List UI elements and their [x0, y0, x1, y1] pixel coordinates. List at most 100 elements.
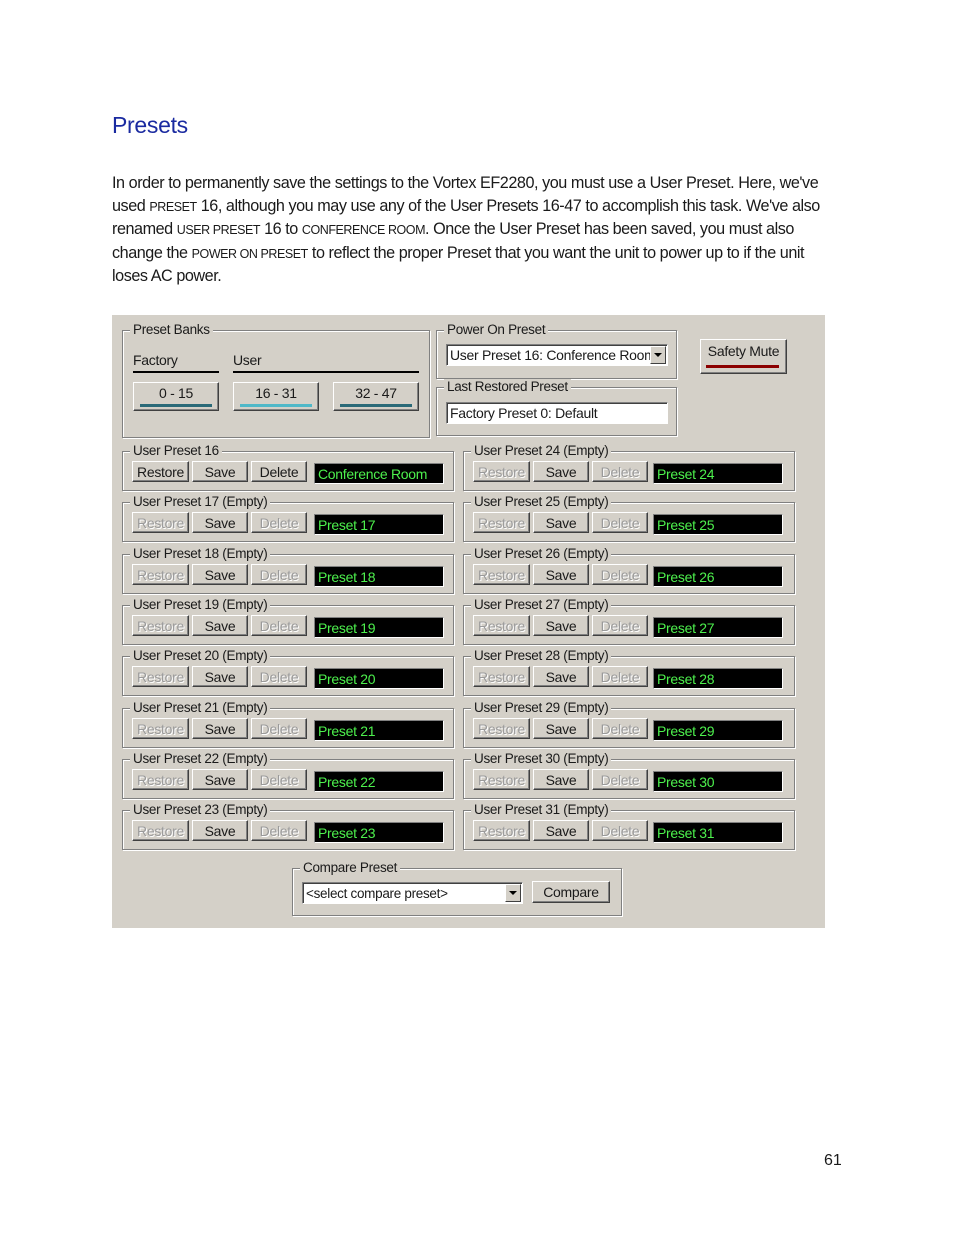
preset-name-value: Preset 18 — [318, 568, 376, 585]
preset-name-value: Preset 26 — [657, 568, 715, 585]
preset-name-field[interactable]: Preset 31 — [653, 822, 783, 844]
delete-label: Delete — [259, 669, 299, 686]
bank-button-0-15[interactable]: 0 - 15 — [133, 382, 219, 411]
preset-name-field[interactable]: Preset 20 — [314, 668, 444, 690]
restore-label: Restore — [137, 515, 184, 532]
save-button[interactable]: Save — [533, 461, 589, 482]
safety-mute-button[interactable]: Safety Mute — [700, 339, 787, 374]
delete-button[interactable]: Delete — [592, 614, 648, 636]
bank-button-32-47[interactable]: 32 - 47 — [333, 382, 419, 411]
bank-button-16-31[interactable]: 16 - 31 — [233, 382, 319, 411]
delete-button[interactable]: Delete — [592, 512, 648, 534]
preset-name-field[interactable]: Preset 22 — [314, 770, 444, 792]
preset-name-field[interactable]: Preset 27 — [653, 616, 783, 638]
chevron-down-icon[interactable] — [505, 884, 521, 902]
preset-name-field[interactable]: Preset 18 — [314, 565, 444, 587]
restore-button[interactable]: Restore — [132, 563, 189, 585]
preset-name-value: Preset 28 — [657, 671, 715, 688]
save-button[interactable]: Save — [192, 563, 248, 585]
delete-button[interactable]: Delete — [251, 614, 307, 636]
user-preset-group: User Preset 26 (Empty) Restore Save Delete P… — [463, 545, 795, 594]
save-button[interactable]: Save — [192, 820, 248, 842]
save-button[interactable]: Save — [192, 512, 248, 534]
restore-button[interactable]: Restore — [473, 563, 530, 585]
compare-button[interactable]: Compare — [532, 881, 610, 903]
preset-name-field[interactable]: Preset 24 — [653, 463, 783, 484]
user-preset-title: User Preset 27 (Empty) — [471, 596, 612, 613]
restore-button[interactable]: Restore — [132, 768, 189, 790]
preset-name-value: Preset 27 — [657, 619, 715, 636]
user-preset-title: User Preset 22 (Empty) — [130, 750, 271, 767]
restore-label: Restore — [137, 823, 184, 840]
user-preset-group: User Preset 28 (Empty) Restore Save Delete P… — [463, 648, 795, 697]
save-button[interactable]: Save — [533, 563, 589, 585]
delete-button[interactable]: Delete — [251, 666, 307, 688]
save-button[interactable]: Save — [192, 461, 248, 482]
user-preset-group: User Preset 17 (Empty) Restore Save Delete P… — [122, 494, 454, 543]
preset-name-field[interactable]: Preset 25 — [653, 514, 783, 536]
last-restored-preset-group: Last Restored Preset Factory Preset 0: D… — [436, 379, 677, 436]
save-button[interactable]: Save — [533, 666, 589, 688]
delete-button[interactable]: Delete — [592, 461, 648, 482]
restore-button[interactable]: Restore — [473, 461, 530, 482]
delete-label: Delete — [259, 617, 299, 634]
delete-button[interactable]: Delete — [251, 820, 307, 842]
restore-button[interactable]: Restore — [132, 614, 189, 636]
restore-label: Restore — [478, 566, 525, 583]
delete-button[interactable]: Delete — [251, 768, 307, 790]
preset-name-field[interactable]: Preset 26 — [653, 565, 783, 587]
delete-label: Delete — [600, 566, 640, 583]
restore-button[interactable]: Restore — [473, 717, 530, 739]
power-on-preset-select[interactable]: User Preset 16: Conference Room — [446, 344, 668, 366]
user-preset-title: User Preset 24 (Empty) — [471, 443, 612, 459]
restore-button[interactable]: Restore — [473, 614, 530, 636]
restore-button[interactable]: Restore — [473, 768, 530, 790]
save-button[interactable]: Save — [192, 614, 248, 636]
restore-button[interactable]: Restore — [132, 666, 189, 688]
save-label: Save — [545, 720, 577, 737]
preset-name-field[interactable]: Preset 30 — [653, 770, 783, 792]
save-button[interactable]: Save — [533, 820, 589, 842]
user-divider — [233, 371, 419, 373]
save-label: Save — [204, 566, 236, 583]
delete-button[interactable]: Delete — [592, 768, 648, 790]
bank-indicator — [140, 404, 212, 407]
delete-button[interactable]: Delete — [592, 717, 648, 739]
preset-name-field[interactable]: Conference Room — [314, 463, 444, 484]
delete-button[interactable]: Delete — [251, 512, 307, 534]
save-button[interactable]: Save — [533, 717, 589, 739]
preset-name-field[interactable]: Preset 17 — [314, 514, 444, 536]
restore-button[interactable]: Restore — [473, 820, 530, 842]
delete-button[interactable]: Delete — [251, 461, 307, 482]
preset-name-field[interactable]: Preset 21 — [314, 719, 444, 741]
chevron-down-icon[interactable] — [650, 346, 666, 364]
restore-label: Restore — [137, 617, 184, 634]
delete-button[interactable]: Delete — [251, 563, 307, 585]
delete-button[interactable]: Delete — [251, 717, 307, 739]
restore-button[interactable]: Restore — [473, 512, 530, 534]
delete-label: Delete — [259, 720, 299, 737]
save-button[interactable]: Save — [192, 768, 248, 790]
delete-button[interactable]: Delete — [592, 563, 648, 585]
preset-name-field[interactable]: Preset 23 — [314, 822, 444, 844]
save-button[interactable]: Save — [192, 717, 248, 739]
restore-button[interactable]: Restore — [132, 461, 189, 482]
preset-name-field[interactable]: Preset 19 — [314, 616, 444, 638]
restore-button[interactable]: Restore — [473, 666, 530, 688]
save-button[interactable]: Save — [192, 666, 248, 688]
restore-button[interactable]: Restore — [132, 512, 189, 534]
save-button[interactable]: Save — [533, 768, 589, 790]
preset-name-field[interactable]: Preset 29 — [653, 719, 783, 741]
preset-name-field[interactable]: Preset 28 — [653, 668, 783, 690]
save-label: Save — [204, 669, 236, 686]
delete-button[interactable]: Delete — [592, 820, 648, 842]
save-button[interactable]: Save — [533, 614, 589, 636]
restore-button[interactable]: Restore — [132, 820, 189, 842]
user-preset-group: User Preset 25 (Empty) Restore Save Delete P… — [463, 494, 795, 543]
restore-label: Restore — [478, 720, 525, 737]
delete-button[interactable]: Delete — [592, 666, 648, 688]
restore-button[interactable]: Restore — [132, 717, 189, 739]
user-preset-group: User Preset 19 (Empty) Restore Save Delete P… — [122, 596, 454, 645]
compare-preset-select[interactable]: <select compare preset> — [302, 882, 523, 904]
save-button[interactable]: Save — [533, 512, 589, 534]
